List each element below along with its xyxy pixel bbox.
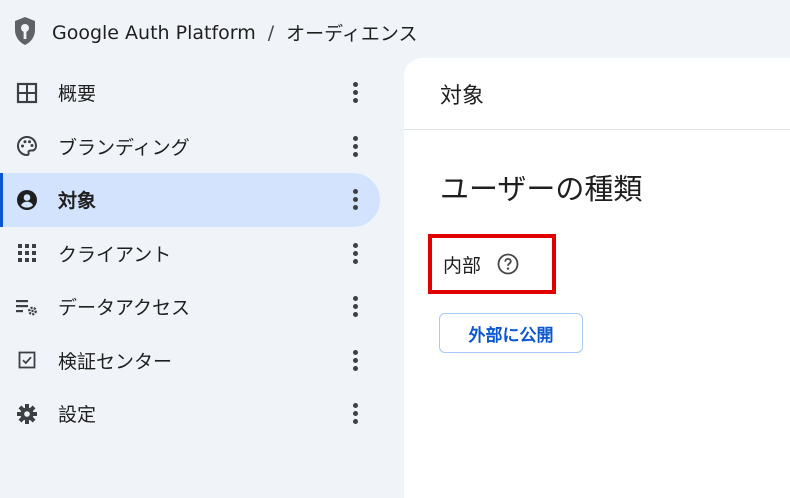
- user-type-section-title: ユーザーの種類: [440, 172, 643, 206]
- sidebar-item-label: クライアント: [58, 243, 172, 266]
- more-vert-icon[interactable]: [346, 186, 364, 214]
- breadcrumb-current-page: オーディエンス: [286, 23, 418, 45]
- breadcrumb-separator: /: [267, 21, 275, 44]
- more-vert-icon[interactable]: [346, 239, 364, 267]
- palette-icon: [15, 134, 39, 158]
- sidebar-item-verification-center[interactable]: 検証センター: [0, 334, 380, 388]
- page-title: 対象: [404, 58, 790, 130]
- dashboard-icon: [15, 81, 39, 105]
- help-icon[interactable]: [497, 253, 519, 275]
- top-bar: Google Auth Platform / オーディエンス: [0, 0, 790, 60]
- more-vert-icon[interactable]: [346, 346, 364, 374]
- sidebar-item-label: 概要: [58, 83, 97, 106]
- sidebar-item-settings[interactable]: 設定: [0, 387, 380, 441]
- more-vert-icon[interactable]: [346, 79, 364, 107]
- more-vert-icon[interactable]: [346, 400, 364, 428]
- gear-icon: [15, 402, 39, 426]
- sidebar-item-audience[interactable]: 対象: [0, 173, 380, 227]
- user-type-highlight: 内部: [428, 234, 556, 294]
- sidebar-item-label: データアクセス: [58, 297, 191, 320]
- more-vert-icon[interactable]: [346, 293, 364, 321]
- sidebar-item-clients[interactable]: クライアント: [0, 227, 380, 281]
- data-settings-icon: [15, 295, 39, 319]
- sidebar-item-data-access[interactable]: データアクセス: [0, 280, 380, 334]
- app-name[interactable]: Google Auth Platform: [52, 22, 256, 44]
- sidebar-item-overview[interactable]: 概要: [0, 66, 380, 120]
- sidebar-item-label: ブランディング: [58, 136, 190, 159]
- sidebar: 概要 ブランディング 対象 クライアント データアクセス 検証センター 設定: [0, 66, 392, 441]
- breadcrumb: Google Auth Platform / オーディエンス: [52, 19, 417, 46]
- checkbox-icon: [15, 348, 39, 372]
- apps-grid-icon: [15, 241, 39, 265]
- sidebar-item-branding[interactable]: ブランディング: [0, 120, 380, 174]
- user-type-value: 内部: [443, 254, 482, 277]
- sidebar-item-label: 対象: [58, 190, 97, 213]
- publish-to-external-button[interactable]: 外部に公開: [439, 313, 583, 353]
- account-circle-icon: [15, 188, 39, 212]
- main-panel: 対象 ユーザーの種類 内部 外部に公開: [404, 58, 790, 498]
- sidebar-item-label: 検証センター: [58, 350, 173, 373]
- sidebar-item-label: 設定: [58, 404, 97, 427]
- more-vert-icon[interactable]: [346, 132, 364, 160]
- auth-platform-logo-icon: [15, 17, 35, 45]
